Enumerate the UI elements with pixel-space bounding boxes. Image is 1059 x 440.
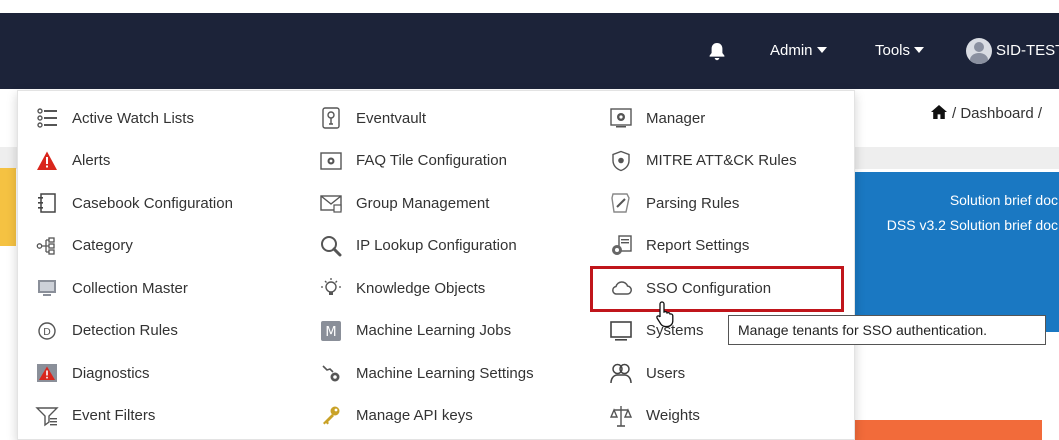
- user-name: SID-TEST: [996, 42, 1059, 59]
- tools-menu-label: Tools: [875, 42, 911, 59]
- menu-item-label: Category: [72, 237, 133, 255]
- magnifier-icon: [320, 235, 342, 257]
- menu-item-label: SSO Configuration: [646, 279, 772, 297]
- menu-item-diagnostics[interactable]: Diagnostics: [18, 352, 294, 395]
- menu-item-label: Machine Learning Jobs: [356, 322, 512, 340]
- menu-item-label: Manager: [646, 109, 706, 127]
- menu-item-parsing-rules[interactable]: Parsing Rules: [590, 182, 852, 225]
- menu-item-sso-configuration[interactable]: SSO Configuration: [590, 267, 852, 310]
- menu-item-active-watch-lists[interactable]: Active Watch Lists: [18, 97, 294, 140]
- menu-item-label: Manage API keys: [356, 407, 473, 425]
- manager-gear-icon: [610, 107, 632, 129]
- menu-item-label: Knowledge Objects: [356, 279, 486, 297]
- shield-icon: [610, 150, 632, 172]
- hand-gear-icon: [320, 362, 342, 384]
- menu-item-label: Detection Rules: [72, 322, 178, 340]
- menu-item-label: Active Watch Lists: [72, 109, 194, 127]
- menu-item-label: Weights: [646, 407, 700, 425]
- info-banner-line-1[interactable]: Solution brief doc: [858, 188, 1058, 213]
- key-icon: [320, 405, 342, 427]
- menu-item-label: Collection Master: [72, 279, 188, 297]
- menu-item-label: Machine Learning Settings: [356, 364, 534, 382]
- mail-group-icon: [320, 192, 342, 214]
- menu-item-category[interactable]: Category: [18, 225, 294, 268]
- m-badge-icon: M: [320, 320, 342, 342]
- bell-icon[interactable]: [706, 41, 728, 63]
- menu-item-manager[interactable]: Manager: [590, 97, 852, 140]
- menu-item-label: Event Filters: [72, 407, 156, 425]
- menu-item-machine-learning-jobs[interactable]: M Machine Learning Jobs: [310, 310, 590, 353]
- caret-down-icon: [914, 47, 925, 53]
- menu-item-collection-master[interactable]: Collection Master: [18, 267, 294, 310]
- admin-menu-label: Admin: [770, 42, 813, 59]
- orange-panel-edge: [847, 420, 1042, 440]
- info-banner-line-2[interactable]: DSS v3.2 Solution brief doc: [858, 213, 1058, 238]
- users-icon: [610, 362, 632, 384]
- menu-item-machine-learning-settings[interactable]: Machine Learning Settings: [310, 352, 590, 395]
- menu-item-label: IP Lookup Configuration: [356, 237, 517, 255]
- admin-dropdown-menu: Active Watch Lists Alerts Casebook Confi…: [17, 90, 855, 440]
- menu-item-detection-rules[interactable]: D Detection Rules: [18, 310, 294, 353]
- diagnostics-icon: [36, 362, 58, 384]
- menu-item-knowledge-objects[interactable]: Knowledge Objects: [310, 267, 590, 310]
- system-monitor-icon: [610, 320, 632, 342]
- detection-icon-letter: D: [43, 327, 51, 338]
- cloud-icon: [610, 277, 632, 299]
- category-icon: [36, 235, 58, 257]
- menu-item-users[interactable]: Users: [590, 352, 852, 395]
- menu-item-label: Report Settings: [646, 237, 750, 255]
- menu-item-label: Eventvault: [356, 109, 427, 127]
- avatar: [966, 38, 992, 65]
- parsing-icon: [610, 192, 632, 214]
- menu-item-eventvault[interactable]: Eventvault: [310, 97, 590, 140]
- menu-item-mitre-attck-rules[interactable]: MITRE ATT&CK Rules: [590, 140, 852, 183]
- admin-menu-button[interactable]: Admin: [770, 39, 827, 63]
- monitor-icon: [36, 277, 58, 299]
- menu-item-label: MITRE ATT&CK Rules: [646, 152, 797, 170]
- menu-item-report-settings[interactable]: Report Settings: [590, 225, 852, 268]
- tools-menu-button[interactable]: Tools: [875, 39, 925, 63]
- hand-pointer-cursor-icon: [654, 300, 678, 328]
- filter-icon: [35, 405, 59, 427]
- menu-column-3: Manager MITRE ATT&CK Rules Parsing Rules…: [590, 97, 852, 437]
- sso-configuration-tooltip: Manage tenants for SSO authentication.: [728, 315, 1046, 345]
- list-icon: [36, 107, 58, 129]
- menu-item-manage-api-keys[interactable]: Manage API keys: [310, 395, 590, 438]
- detection-icon: D: [36, 320, 58, 342]
- breadcrumb-text: / Dashboard /: [952, 105, 1043, 122]
- breadcrumb: / Dashboard /: [930, 104, 1042, 124]
- top-navbar: Admin Tools SID-TEST: [0, 13, 1059, 89]
- menu-item-label: Diagnostics: [72, 364, 150, 382]
- menu-column-2: Eventvault FAQ Tile Configuration Group …: [310, 97, 590, 437]
- menu-item-casebook-configuration[interactable]: Casebook Configuration: [18, 182, 294, 225]
- user-menu-button[interactable]: SID-TEST: [966, 37, 1059, 65]
- report-icon: [610, 235, 632, 257]
- info-banner-text: Solution brief doc DSS v3.2 Solution bri…: [858, 188, 1058, 238]
- menu-item-label: FAQ Tile Configuration: [356, 152, 507, 170]
- menu-item-label: Parsing Rules: [646, 194, 740, 212]
- home-icon[interactable]: [930, 104, 948, 124]
- menu-column-1: Active Watch Lists Alerts Casebook Confi…: [18, 97, 294, 437]
- bulb-icon: [320, 277, 342, 299]
- casebook-icon: [36, 192, 58, 214]
- tile-gear-icon: [320, 150, 342, 172]
- menu-item-ip-lookup-configuration[interactable]: IP Lookup Configuration: [310, 225, 590, 268]
- menu-item-label: Casebook Configuration: [72, 194, 233, 212]
- menu-item-event-filters[interactable]: Event Filters: [18, 395, 294, 438]
- menu-item-group-management[interactable]: Group Management: [310, 182, 590, 225]
- vault-icon: [320, 107, 342, 129]
- menu-item-label: Users: [646, 364, 686, 382]
- menu-item-alerts[interactable]: Alerts: [18, 140, 294, 183]
- menu-item-faq-tile-configuration[interactable]: FAQ Tile Configuration: [310, 140, 590, 183]
- weights-icon: [609, 405, 633, 427]
- yellow-panel-edge: [0, 168, 16, 246]
- menu-item-weights[interactable]: Weights: [590, 395, 852, 438]
- caret-down-icon: [816, 47, 827, 53]
- warning-icon: [36, 150, 58, 172]
- m-badge-letter: M: [325, 325, 336, 340]
- menu-item-label: Group Management: [356, 194, 490, 212]
- menu-item-label: Alerts: [72, 152, 111, 170]
